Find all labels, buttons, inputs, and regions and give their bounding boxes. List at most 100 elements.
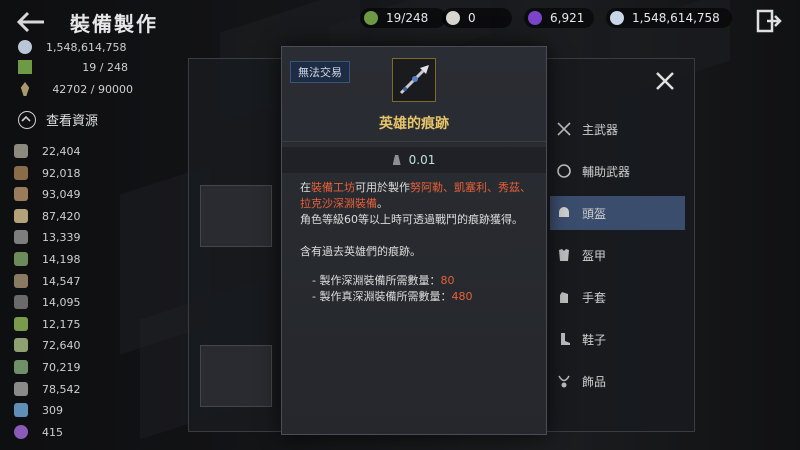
resource-value: 22,404 [42, 144, 81, 158]
hide-icon [14, 187, 28, 201]
resource-row: 14,198 [14, 250, 124, 268]
currency-orb: 6,921 [524, 8, 594, 28]
currency-value: 6,921 [550, 11, 585, 25]
resource-value: 87,420 [42, 209, 81, 223]
requirement-abyss: - 製作深淵裝備所需數量：80 [312, 274, 455, 287]
resource-value: 14,547 [42, 274, 81, 288]
flower-icon [14, 338, 28, 352]
category-item[interactable]: 主武器 [550, 112, 685, 146]
currency-silver: 1,548,614,758 [606, 8, 732, 28]
category-label: 盔甲 [582, 248, 607, 263]
category-label: 頭盔 [582, 206, 607, 221]
necklace-icon [558, 375, 570, 388]
category-label: 輔助武器 [582, 164, 631, 179]
untradeable-badge: 無法交易 [290, 61, 350, 83]
summary-wheat: 42702 / 90000 [18, 80, 133, 98]
resource-row: 92,018 [14, 164, 124, 182]
resource-value: 72,640 [42, 338, 81, 352]
description-line-2: 角色等級60等以上時可透過戰鬥的痕跡獲得。 [300, 213, 523, 226]
resource-row: 78,542 [14, 380, 124, 398]
divider [282, 141, 546, 142]
category-item[interactable]: 輔助武器 [550, 154, 685, 188]
crossed-swords-icon [557, 122, 571, 136]
category-item[interactable]: 鞋子 [550, 322, 685, 356]
shield-icon [557, 164, 571, 178]
summary-value: 19 / 248 [82, 60, 128, 74]
green-gem-icon [364, 11, 378, 25]
item-title: 英雄的痕跡 [379, 116, 449, 132]
category-label: 鞋子 [582, 332, 607, 347]
category-item[interactable]: 手套 [550, 280, 685, 314]
boots-icon [561, 333, 570, 345]
resource-row: 70,219 [14, 358, 124, 376]
resource-row: 415 [14, 423, 124, 441]
category-item[interactable]: 盔甲 [550, 238, 685, 272]
item-weight: 0.01 [282, 147, 546, 173]
recipe-card[interactable] [200, 345, 272, 407]
description-line-1: 在裝備工坊可用於製作努阿勒、凱塞利、秀茲、拉克沙深淵裝備。 [300, 181, 531, 210]
resource-value: 12,175 [42, 317, 81, 331]
description-line-3: 含有過去英雄們的痕跡。 [300, 245, 421, 258]
currency-value: 0 [468, 11, 476, 25]
category-label: 飾品 [582, 374, 607, 389]
category-item[interactable]: 頭盔 [550, 196, 685, 230]
helmet-icon [559, 207, 569, 217]
resource-row: 22,404 [14, 142, 124, 160]
stone-icon [14, 295, 28, 309]
back-arrow-icon[interactable] [14, 8, 48, 36]
item-description: 在裝備工坊可用於製作努阿勒、凱塞利、秀茲、拉克沙深淵裝備。 角色等級60等以上時… [300, 180, 532, 305]
wood-icon [14, 166, 28, 180]
summary-gem: 19 / 248 [18, 58, 128, 76]
armor-icon [559, 249, 569, 261]
category-label: 主武器 [582, 122, 619, 137]
leaf-icon [14, 317, 28, 331]
herb-icon [14, 252, 28, 266]
close-icon[interactable] [654, 70, 676, 92]
currency-pearl: 0 [442, 8, 512, 28]
ore-icon [14, 144, 28, 158]
crystal-icon [14, 425, 28, 439]
summary-silver: 1,548,614,758 [18, 38, 138, 56]
gloves-icon [560, 292, 568, 303]
resource-value: 13,339 [42, 230, 81, 244]
resource-value: 70,219 [42, 360, 81, 374]
resource-value: 92,018 [42, 166, 81, 180]
resource-row: 13,339 [14, 228, 124, 246]
wheat-icon [20, 82, 30, 96]
currency-gem: 19/248 [360, 8, 446, 28]
chevron-up-icon [18, 110, 36, 129]
resource-value: 14,198 [42, 252, 81, 266]
summary-value: 1,548,614,758 [46, 40, 127, 54]
page-title: 裝備製作 [70, 12, 158, 36]
purple-orb-icon [528, 11, 542, 25]
resource-row: 14,547 [14, 272, 124, 290]
bone-icon [14, 209, 28, 223]
view-resources-label: 查看資源 [46, 114, 99, 129]
resource-row: 309 [14, 401, 124, 419]
resource-value: 415 [42, 425, 63, 439]
item-tooltip: 無法交易 英雄的痕跡 0.01 在裝備工坊可用於製作努阿勒、凱塞利、秀茲、拉克沙… [281, 46, 547, 435]
category-label: 手套 [582, 290, 607, 305]
category-item[interactable]: 飾品 [550, 364, 685, 398]
view-resources-toggle[interactable]: 查看資源 [18, 110, 98, 129]
currency-value: 19/248 [386, 11, 429, 25]
exit-icon[interactable] [756, 8, 782, 34]
silver-coin-icon [610, 11, 624, 25]
recipe-card[interactable] [200, 185, 272, 247]
plank-icon [14, 274, 28, 288]
currency-value: 1,548,614,758 [632, 11, 720, 25]
resource-row: 87,420 [14, 207, 124, 225]
item-icon [392, 58, 436, 102]
resource-value: 309 [42, 403, 63, 417]
weight-value: 0.01 [408, 153, 436, 167]
silver-coin-icon [18, 40, 32, 54]
summary-value: 42702 / 90000 [52, 82, 133, 96]
plant-icon [14, 360, 28, 374]
mineral-icon [14, 382, 28, 396]
requirement-true-abyss: - 製作真深淵裝備所需數量：480 [312, 290, 473, 303]
resource-value: 78,542 [42, 382, 81, 396]
spear-icon [399, 65, 429, 95]
resource-row: 93,049 [14, 185, 124, 203]
resource-row: 12,175 [14, 315, 124, 333]
ingot-icon [14, 230, 28, 244]
